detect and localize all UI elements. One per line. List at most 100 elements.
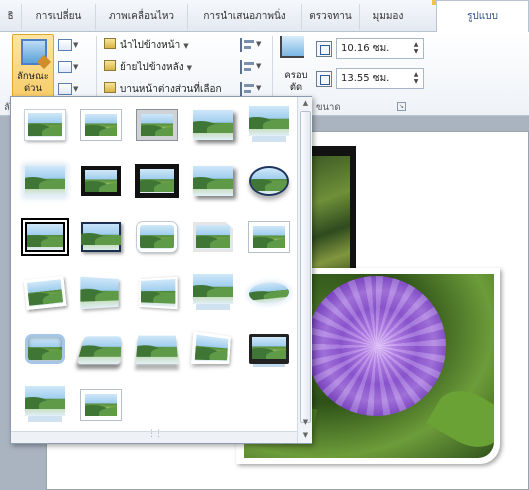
shape-height-input[interactable]: 10.16 ซม. ▲ ▼ <box>336 38 424 59</box>
picture-style-item[interactable] <box>17 269 73 317</box>
gallery-scrollbar[interactable]: ▲ ▼ ▼ <box>297 97 312 443</box>
landscape-thumbnail-icon <box>193 166 233 196</box>
size-dialog-launcher[interactable]: ↘ <box>397 102 406 111</box>
landscape-thumbnail-icon <box>249 166 289 196</box>
rotate-button[interactable]: ▼ <box>240 82 262 96</box>
picture-style-item[interactable] <box>73 381 129 429</box>
bring-forward-label: นำไปข้างหน้า <box>120 40 181 51</box>
picture-effects-button[interactable]: ▼ <box>58 60 80 74</box>
landscape-thumbnail-icon <box>193 110 233 140</box>
scroll-up-arrow-icon[interactable]: ▲ <box>300 98 311 109</box>
group-button[interactable]: ▼ <box>240 60 262 74</box>
height-spinner[interactable]: ▲ ▼ <box>411 41 421 56</box>
picture-style-item[interactable] <box>241 101 297 149</box>
landscape-thumbnail-icon <box>80 276 119 310</box>
picture-style-item[interactable] <box>73 325 129 373</box>
landscape-thumbnail-icon <box>191 330 231 365</box>
landscape-thumbnail-icon <box>25 166 65 196</box>
dropdown-arrow-icon: ▼ <box>256 84 262 92</box>
tab-format[interactable]: รูปแบบ <box>436 0 529 33</box>
selection-pane-button[interactable]: บานหน้าต่างส่วนที่เลือก <box>104 82 222 96</box>
picture-style-item[interactable] <box>17 101 73 149</box>
picture-style-item[interactable] <box>241 325 297 373</box>
send-backward-button[interactable]: ย้ายไปข้างหลัง ▼ <box>104 60 192 74</box>
tab-slide-show[interactable]: การนำเสนอภาพนิ่ง <box>188 4 302 30</box>
landscape-thumbnail-icon <box>135 335 179 365</box>
picture-style-item[interactable] <box>17 213 73 261</box>
size-group-label: ขนาด <box>316 102 341 113</box>
picture-style-item[interactable] <box>129 213 185 261</box>
landscape-thumbnail-icon <box>249 222 289 252</box>
picture-style-item[interactable] <box>17 325 73 373</box>
layout-icon <box>58 83 72 95</box>
scrollbar-thumb[interactable] <box>300 111 311 423</box>
more-arrow-icon[interactable]: ▼ <box>300 430 311 441</box>
quick-styles-label: ลักษณะ ด่วน <box>17 71 49 94</box>
picture-style-item[interactable] <box>129 325 185 373</box>
dropdown-arrow-icon: ▼ <box>256 62 262 70</box>
width-spinner[interactable]: ▲ ▼ <box>411 71 421 86</box>
landscape-thumbnail-icon <box>25 110 65 140</box>
picture-style-item[interactable] <box>185 269 241 317</box>
pen-border-icon <box>58 39 72 51</box>
tab-transitions[interactable]: การเปลี่ยน <box>22 4 96 30</box>
send-backward-label: ย้ายไปข้างหลัง <box>120 62 184 73</box>
landscape-thumbnail-icon <box>81 166 121 196</box>
tab-partial[interactable]: ธิ <box>0 4 22 30</box>
shape-height-value: 10.16 ซม. <box>341 43 390 54</box>
picture-style-item[interactable] <box>185 325 241 373</box>
picture-style-item[interactable] <box>185 157 241 205</box>
align-button[interactable]: ▼ <box>240 38 261 52</box>
landscape-thumbnail-icon <box>81 222 121 252</box>
picture-style-item[interactable] <box>73 269 129 317</box>
gallery-resize-grip[interactable] <box>11 429 297 443</box>
landscape-thumbnail-icon <box>76 336 122 365</box>
landscape-thumbnail-icon <box>137 110 177 140</box>
picture-style-item[interactable] <box>17 157 73 205</box>
picture-style-item[interactable] <box>129 269 185 317</box>
picture-border-button[interactable]: ▼ <box>58 38 80 52</box>
picture-style-item[interactable] <box>129 157 185 205</box>
picture-style-item[interactable] <box>17 381 73 429</box>
landscape-thumbnail-icon <box>81 390 121 420</box>
picture-style-item[interactable] <box>129 101 185 149</box>
tab-view[interactable]: มุมมอง <box>360 4 416 30</box>
crop-icon <box>280 36 304 58</box>
tab-animations[interactable]: ภาพเคลื่อนไหว <box>96 4 188 30</box>
landscape-thumbnail-icon <box>193 222 233 252</box>
bring-forward-icon <box>104 38 116 49</box>
picture-style-item[interactable] <box>185 101 241 149</box>
landscape-thumbnail-icon <box>135 164 179 198</box>
ribbon-tab-strip: ธิ การเปลี่ยน ภาพเคลื่อนไหว การนำเสนอภาพ… <box>0 0 529 33</box>
landscape-thumbnail-icon <box>25 386 65 416</box>
picture-style-item[interactable] <box>73 157 129 205</box>
tab-review[interactable]: ตรวจทาน <box>302 4 360 30</box>
picture-style-item[interactable] <box>241 157 297 205</box>
landscape-thumbnail-icon <box>249 334 289 364</box>
picture-styles-gallery: ▲ ▼ ▼ <box>10 96 312 444</box>
picture-style-item[interactable] <box>241 269 297 317</box>
landscape-thumbnail-icon <box>247 280 291 306</box>
landscape-thumbnail-icon <box>21 218 69 256</box>
send-backward-icon <box>104 60 116 71</box>
picture-layout-button[interactable]: ▼ <box>58 82 80 96</box>
dropdown-arrow-icon: ▼ <box>183 42 189 50</box>
picture-style-item[interactable] <box>73 213 129 261</box>
width-icon <box>316 71 332 87</box>
picture-style-item[interactable] <box>241 213 297 261</box>
picture-style-item[interactable] <box>73 101 129 149</box>
dropdown-arrow-icon: ▼ <box>186 64 193 72</box>
landscape-thumbnail-icon <box>249 106 289 136</box>
crop-button[interactable]: ครอบ ตัด <box>278 34 308 98</box>
scroll-down-arrow-icon[interactable]: ▼ <box>300 417 311 428</box>
bring-forward-button[interactable]: นำไปข้างหน้า ▼ <box>104 38 189 52</box>
shape-width-input[interactable]: 13.55 ซม. ▲ ▼ <box>336 68 424 89</box>
dropdown-arrow-icon: ▼ <box>73 85 79 93</box>
picture-style-item[interactable] <box>185 213 241 261</box>
landscape-thumbnail-icon <box>25 334 65 364</box>
effects-icon <box>58 61 72 73</box>
landscape-thumbnail-icon <box>137 222 177 252</box>
slide-picture-black-frame[interactable] <box>312 146 356 286</box>
quick-styles-button[interactable]: ลักษณะ ด่วน <box>12 34 54 98</box>
leaf-shape <box>426 379 494 458</box>
